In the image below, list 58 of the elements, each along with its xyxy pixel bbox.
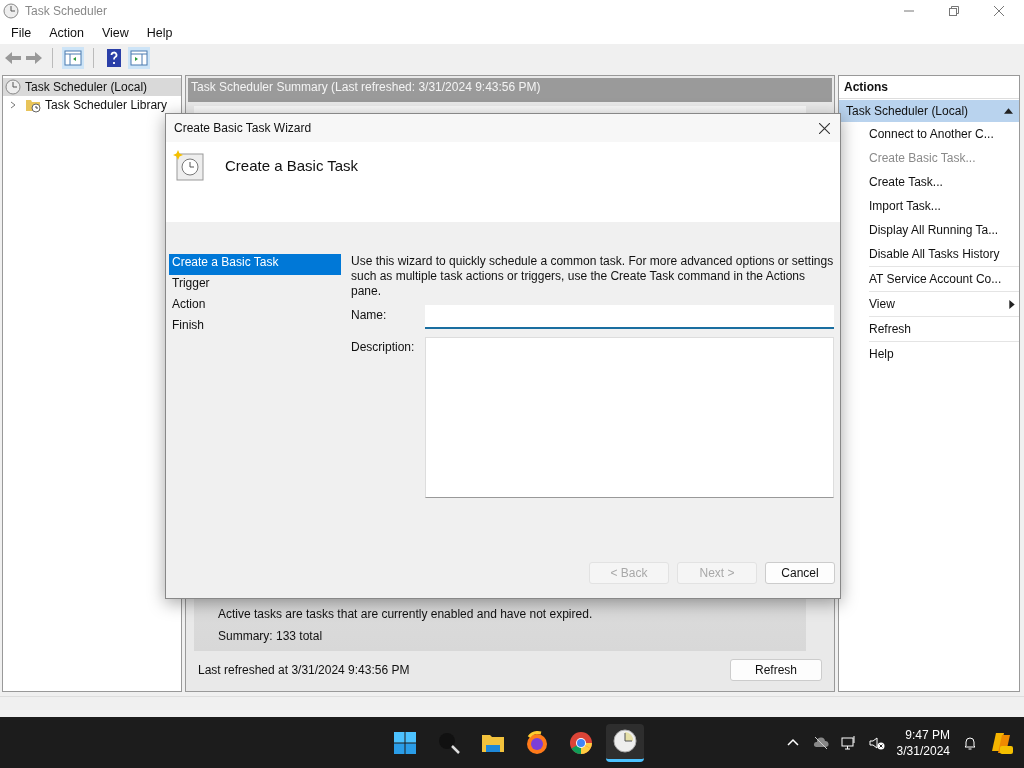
network-icon[interactable] <box>840 734 857 751</box>
menu-item[interactable]: File <box>2 26 41 40</box>
wizard-step[interactable]: Create a Basic Task <box>169 254 341 275</box>
action-item[interactable]: AT Service Account Co... <box>869 267 1019 292</box>
wizard-step[interactable]: Action <box>169 296 341 317</box>
clock-date[interactable]: 3/31/2024 <box>896 742 950 759</box>
action-item[interactable]: Create Task... <box>869 170 1019 194</box>
menu-item[interactable]: Help <box>137 26 182 40</box>
clock-icon <box>3 3 19 19</box>
collapse-arrow-icon[interactable] <box>1004 108 1013 114</box>
clock-icon <box>613 729 637 753</box>
action-item[interactable]: Connect to Another C... <box>869 122 1019 146</box>
menu-item[interactable]: View <box>92 26 138 40</box>
restore-icon[interactable] <box>949 6 959 16</box>
summary-header: Task Scheduler Summary (Last refreshed: 3/31/2024 9:43:56 PM) <box>188 78 832 102</box>
last-refreshed-text: Last refreshed at 3/31/2024 9:43:56 PM <box>198 663 410 677</box>
close-icon[interactable] <box>819 122 830 134</box>
action-item[interactable]: Disable All Tasks History <box>869 242 1019 267</box>
description-field[interactable] <box>425 337 834 498</box>
action-item[interactable]: View <box>869 292 1019 317</box>
menu-item[interactable]: Action <box>40 26 93 40</box>
browser-icon <box>569 730 593 755</box>
description-label: Description: <box>351 339 416 354</box>
tree-item[interactable]: Task Scheduler Library <box>3 96 181 114</box>
clock-time[interactable]: 9:47 PM <box>905 726 950 743</box>
refresh-button[interactable]: Refresh <box>730 659 822 681</box>
dialog-heading: Create a Basic Task <box>225 157 359 174</box>
name-field[interactable] <box>425 305 834 329</box>
action-item[interactable]: Display All Running Ta... <box>869 218 1019 242</box>
bell-icon[interactable] <box>962 734 978 751</box>
submenu-arrow-icon <box>1009 299 1015 309</box>
actions-group-header[interactable]: Task Scheduler (Local) <box>839 100 1019 122</box>
summary-total: Summary: 133 total <box>218 629 324 643</box>
summary-note: Active tasks are tasks that are currently enabled and have not expired. <box>218 607 594 621</box>
clock-icon <box>5 79 21 95</box>
window-title: Task Scheduler <box>25 4 108 18</box>
name-label: Name: <box>351 307 388 322</box>
search-icon <box>437 730 461 755</box>
action-item[interactable]: Help <box>869 342 1019 366</box>
dialog-title: Create Basic Task Wizard <box>174 121 312 135</box>
tree-item[interactable]: Task Scheduler (Local) <box>3 78 181 96</box>
wizard-step[interactable]: Trigger <box>169 275 341 296</box>
chevron-icon[interactable] <box>9 101 17 109</box>
actions-header: Actions <box>839 76 1019 99</box>
windows-logo-icon <box>393 730 417 755</box>
wizard-step[interactable]: Finish <box>169 317 341 338</box>
folder-clock-icon <box>25 97 41 113</box>
action-item[interactable]: Import Task... <box>869 194 1019 218</box>
wizard-button[interactable]: Cancel <box>765 562 835 584</box>
cloud-off-icon[interactable] <box>812 734 829 751</box>
browser-icon <box>525 730 549 755</box>
close-icon[interactable] <box>994 6 1004 16</box>
console-tree-icon[interactable] <box>62 47 84 69</box>
wizard-intro: Use this wizard to quickly schedule a common task. For more advanced options or settings such as multiple task actions or triggers, use the Create Task command in the Actions pane. <box>351 254 834 299</box>
taskbar-app[interactable] <box>606 723 644 762</box>
action-item[interactable]: Refresh <box>869 317 1019 342</box>
speaker-muted-icon[interactable] <box>868 734 885 751</box>
calendar-clock-icon <box>173 150 205 182</box>
